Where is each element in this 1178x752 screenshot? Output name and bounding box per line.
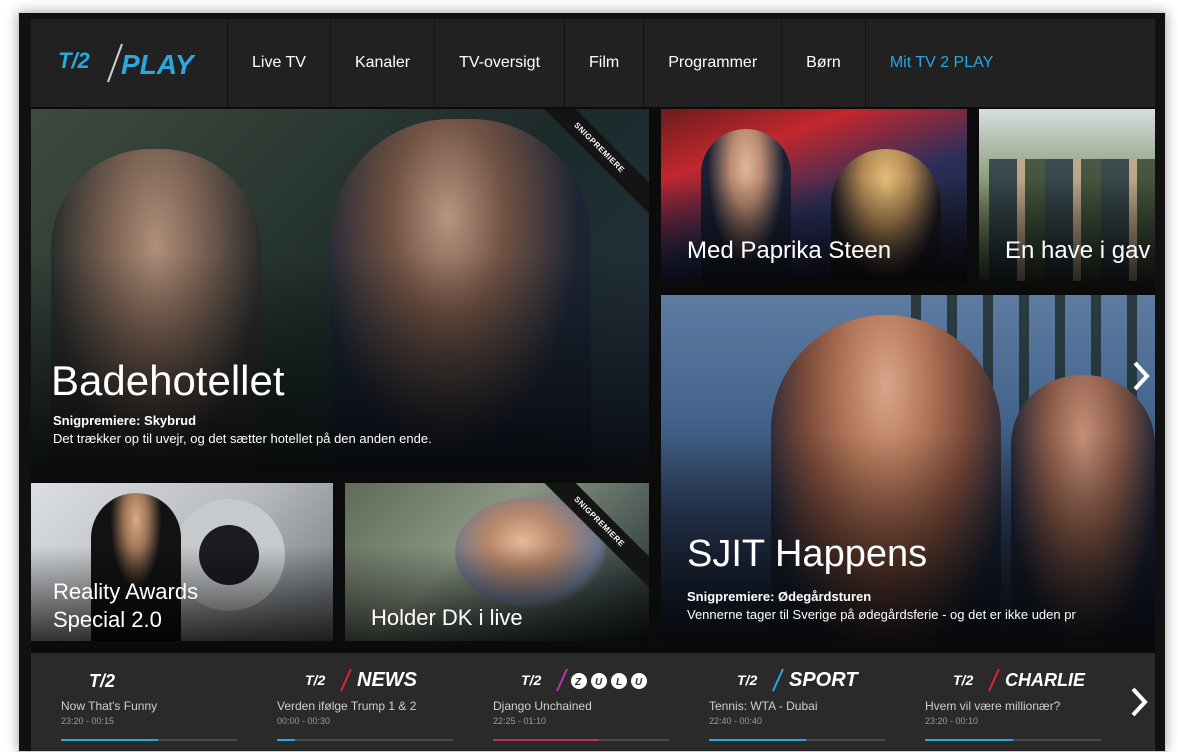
- reality-title-line2: Special 2.0: [53, 607, 162, 632]
- nav-mit-tv2-play[interactable]: Mit TV 2 PLAY: [866, 19, 1017, 107]
- channel-strip-next-arrow[interactable]: [1129, 685, 1149, 727]
- channel-tv2[interactable]: T/2 Now That's Funny 23:20 - 00:15: [31, 653, 237, 751]
- tile-med-paprika-steen[interactable]: Med Paprika Steen: [661, 109, 967, 281]
- nav-live-tv[interactable]: Live TV: [228, 19, 331, 107]
- tv2-play-logo[interactable]: T/2 PLAY: [31, 19, 228, 107]
- have-title: En have i gav: [1005, 237, 1151, 264]
- svg-text:T/2: T/2: [953, 672, 973, 688]
- progress-bar: [61, 739, 237, 741]
- tv2-charlie-logo: T/2 CHARLIE: [951, 667, 1091, 693]
- channel-tv2-zulu[interactable]: T/2 Z U L U Django Unchained 22:25 - 01:…: [463, 653, 669, 751]
- news-label: NEWS: [357, 669, 417, 691]
- channel-time: 22:40 - 00:40: [709, 716, 763, 726]
- channel-program: Tennis: WTA - Dubai: [709, 699, 818, 713]
- nav-programmer[interactable]: Programmer: [644, 19, 783, 107]
- sjit-description: Vennerne tager til Sverige på ødegårdsfe…: [687, 607, 1076, 622]
- channel-time: 00:00 - 00:30: [277, 716, 331, 726]
- sjit-title: SJIT Happens: [687, 533, 928, 575]
- tv2-logo-icon: T/2: [89, 671, 115, 691]
- svg-text:Z: Z: [574, 677, 582, 688]
- top-navigation: T/2 PLAY Live TV Kanaler TV-oversigt Fil…: [31, 19, 1155, 107]
- channel-program: Verden ifølge Trump 1 & 2: [277, 699, 417, 713]
- hero-subtitle: Snigpremiere: Skybrud: [53, 413, 197, 428]
- svg-text:U: U: [635, 677, 643, 688]
- channel-program: Django Unchained: [493, 699, 592, 713]
- svg-text:L: L: [616, 677, 622, 688]
- nav-tv-oversigt[interactable]: TV-oversigt: [435, 19, 566, 107]
- device-frame: T/2 PLAY Live TV Kanaler TV-oversigt Fil…: [18, 12, 1166, 752]
- reality-title-line1: Reality Awards: [53, 579, 199, 604]
- tv2-zulu-logo: T/2 Z U L U: [519, 667, 649, 693]
- charlie-label: CHARLIE: [1005, 670, 1085, 690]
- tile-reality-awards[interactable]: Reality Awards Special 2.0: [31, 483, 333, 641]
- channel-program: Hvem vil være millionær?: [925, 699, 1061, 713]
- logo-play-text: PLAY: [121, 49, 194, 80]
- svg-text:U: U: [595, 677, 603, 688]
- channel-tv2-news[interactable]: T/2 NEWS Verden ifølge Trump 1 & 2 00:00…: [247, 653, 453, 751]
- channel-time: 23:20 - 00:15: [61, 716, 115, 726]
- tile-en-have-i-gave[interactable]: En have i gav: [979, 109, 1155, 281]
- progress-bar: [925, 739, 1101, 741]
- channel-tv2-sport[interactable]: T/2 SPORT Tennis: WTA - Dubai 22:40 - 00…: [679, 653, 885, 751]
- hero-tile-badehotellet[interactable]: SNIGPREMIERE Badehotellet Snigpremiere: …: [31, 109, 649, 471]
- chevron-right-icon: [1133, 361, 1150, 391]
- tv2-sport-logo: T/2 SPORT: [735, 667, 875, 693]
- svg-text:T/2: T/2: [521, 672, 541, 688]
- tv2-news-logo: T/2 NEWS: [303, 667, 443, 693]
- nav-born[interactable]: Børn: [782, 19, 866, 107]
- tv2-play-screen: T/2 PLAY Live TV Kanaler TV-oversigt Fil…: [31, 19, 1155, 751]
- svg-text:T/2: T/2: [305, 672, 325, 688]
- carousel-next-arrow[interactable]: [1131, 359, 1151, 401]
- nav-kanaler[interactable]: Kanaler: [331, 19, 436, 107]
- channel-time: 22:25 - 01:10: [493, 716, 547, 726]
- sport-label: SPORT: [789, 669, 858, 691]
- nav-film[interactable]: Film: [565, 19, 645, 107]
- hero-title: Badehotellet: [51, 357, 285, 404]
- progress-bar: [709, 739, 885, 741]
- svg-text:T/2: T/2: [89, 671, 115, 691]
- hero-description: Det trækker op til uvejr, og det sætter …: [53, 431, 432, 446]
- channel-tv2-charlie[interactable]: T/2 CHARLIE Hvem vil være millionær? 23:…: [895, 653, 1101, 751]
- holder-title: Holder DK i live: [371, 605, 523, 630]
- channel-program: Now That's Funny: [61, 699, 158, 713]
- tile-holder-dk-i-live[interactable]: SNIGPREMIERE Holder DK i live: [345, 483, 649, 641]
- sjit-subtitle: Snigpremiere: Ødegårdsturen: [687, 589, 872, 604]
- svg-text:T/2: T/2: [58, 48, 91, 73]
- tv2-zulu-logo-icon: T/2 Z U L U: [521, 668, 647, 692]
- progress-bar: [493, 739, 669, 741]
- tv2-channel-logo: T/2: [87, 667, 137, 693]
- paprika-title: Med Paprika Steen: [687, 237, 892, 264]
- channel-time: 23:20 - 00:10: [925, 716, 979, 726]
- progress-bar: [277, 739, 453, 741]
- svg-text:T/2: T/2: [737, 672, 757, 688]
- live-channel-strip: T/2 Now That's Funny 23:20 - 00:15 T/2 N…: [31, 653, 1155, 751]
- chevron-right-icon: [1131, 687, 1148, 717]
- tile-sjit-happens[interactable]: SJIT Happens Snigpremiere: Ødegårdsturen…: [661, 295, 1155, 641]
